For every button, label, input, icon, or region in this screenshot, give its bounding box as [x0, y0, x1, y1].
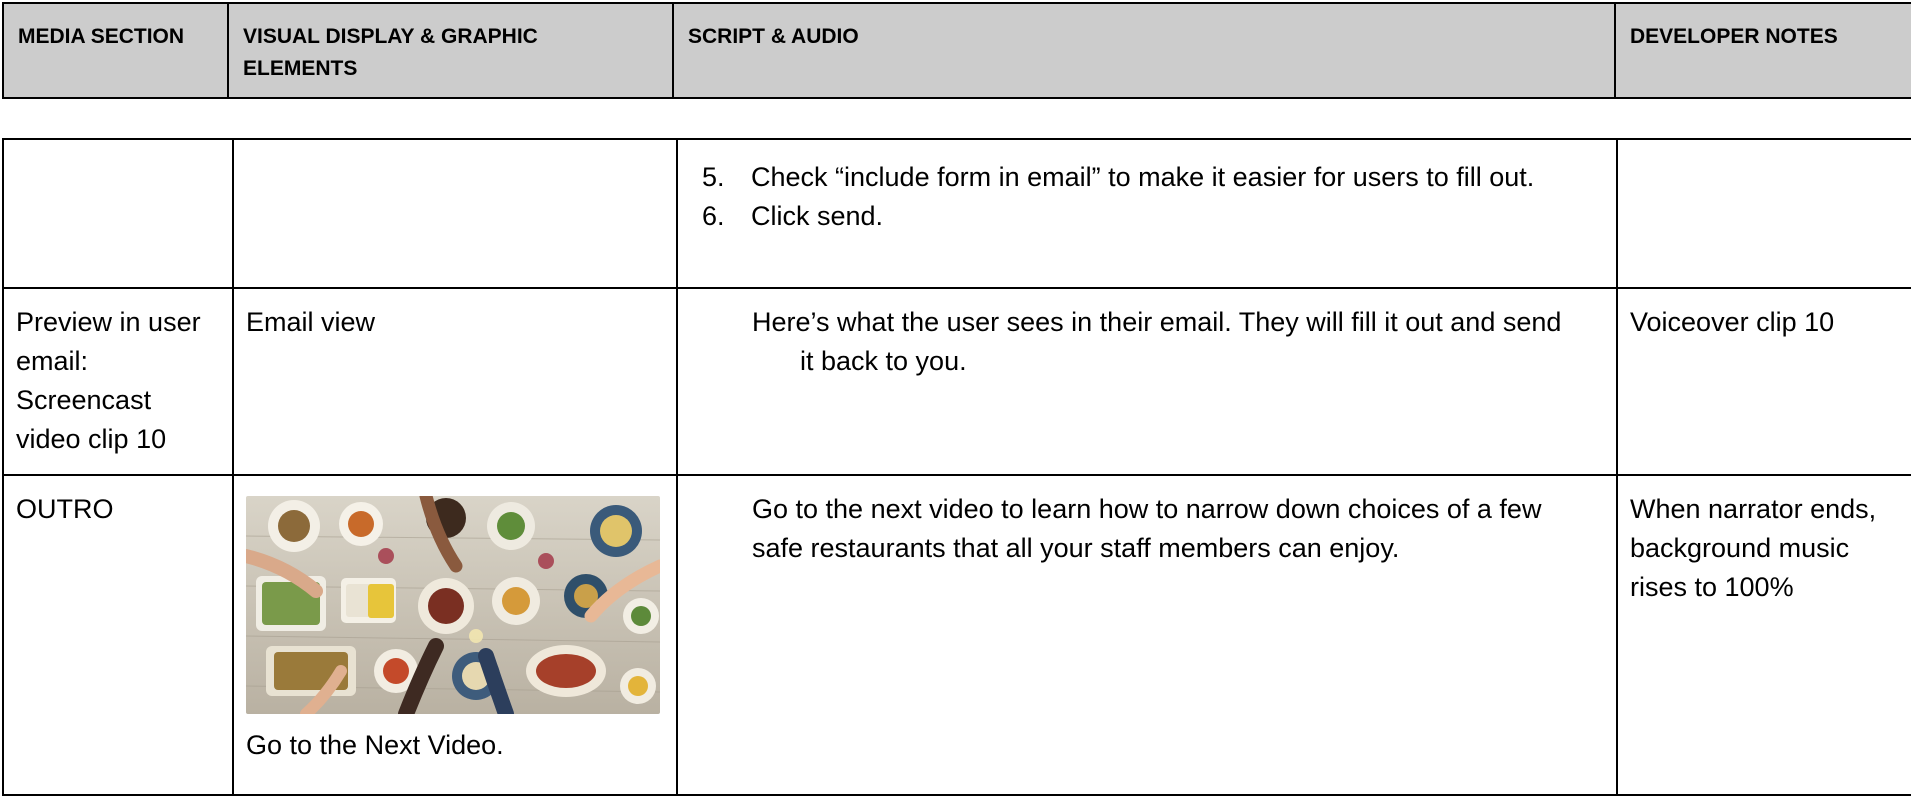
table-row: Preview in user email: Screencast video … — [2, 287, 1911, 476]
header-visual-display: VISUAL DISPLAY & GRAPHIC ELEMENTS — [227, 2, 674, 99]
visual-cell: Go to the Next Video. — [232, 474, 678, 796]
notes-cell: When narrator ends, background music ris… — [1616, 474, 1911, 796]
header-script-audio: SCRIPT & AUDIO — [672, 2, 1616, 99]
notes-cell — [1616, 138, 1911, 289]
media-cell — [2, 138, 234, 289]
step-list: 5. Check “include form in email” to make… — [690, 158, 1604, 236]
table-row: OUTRO Go to the Next Video. Go to the ne… — [2, 474, 1911, 796]
header-table: MEDIA SECTION VISUAL DISPLAY & GRAPHIC E… — [2, 2, 1911, 99]
notes-cell: Voiceover clip 10 — [1616, 287, 1911, 476]
header-row: MEDIA SECTION VISUAL DISPLAY & GRAPHIC E… — [2, 2, 1911, 99]
visual-cell: Email view — [232, 287, 678, 476]
script-cell: Go to the next video to learn how to nar… — [676, 474, 1618, 796]
food-table-photo-icon — [246, 496, 660, 714]
list-item: 5. Check “include form in email” to make… — [702, 158, 1604, 197]
table-row: 5. Check “include form in email” to make… — [2, 138, 1911, 289]
storyboard-table: 5. Check “include form in email” to make… — [2, 138, 1911, 796]
script-cell: Here’s what the user sees in their email… — [676, 287, 1618, 476]
step-number: 5. — [702, 162, 725, 192]
header-media-section: MEDIA SECTION — [2, 2, 229, 99]
media-cell: Preview in user email: Screencast video … — [2, 287, 234, 476]
visual-cell — [232, 138, 678, 289]
script-text: Go to the next video to learn how to nar… — [752, 494, 1542, 563]
header-developer-notes: DEVELOPER NOTES — [1614, 2, 1911, 99]
script-cell: 5. Check “include form in email” to make… — [676, 138, 1618, 289]
step-number: 6. — [702, 201, 725, 231]
visual-caption: Go to the Next Video. — [246, 730, 504, 760]
step-text: Click send. — [751, 201, 884, 231]
script-text: Here’s what the user sees in their email… — [752, 307, 1562, 376]
step-text: Check “include form in email” to make it… — [751, 162, 1535, 192]
list-item: 6. Click send. — [702, 197, 1604, 236]
media-cell: OUTRO — [2, 474, 234, 796]
